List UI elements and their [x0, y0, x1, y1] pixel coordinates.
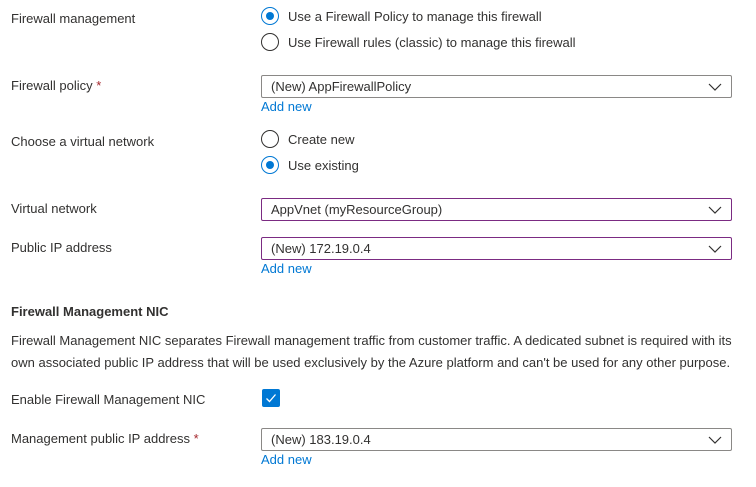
- radio-use-existing-vnet[interactable]: Use existing: [261, 156, 359, 174]
- radio-use-firewall-policy[interactable]: Use a Firewall Policy to manage this fir…: [261, 7, 542, 25]
- required-marker: *: [96, 78, 102, 93]
- add-new-policy-link[interactable]: Add new: [261, 99, 312, 115]
- dropdown-value: (New) 183.19.0.4: [271, 432, 371, 447]
- management-public-ip-label-text: Management public IP address: [11, 431, 190, 446]
- enable-management-nic-label: Enable Firewall Management NIC: [11, 392, 206, 407]
- radio-icon: [261, 156, 279, 174]
- radio-create-new-vnet[interactable]: Create new: [261, 130, 354, 148]
- management-public-ip-dropdown[interactable]: (New) 183.19.0.4: [261, 428, 732, 451]
- management-public-ip-label: Management public IP address *: [11, 431, 199, 447]
- public-ip-label: Public IP address: [11, 240, 112, 255]
- radio-use-classic-rules[interactable]: Use Firewall rules (classic) to manage t…: [261, 33, 576, 51]
- radio-label: Use Firewall rules (classic) to manage t…: [288, 34, 576, 50]
- radio-label: Use existing: [288, 157, 359, 173]
- dropdown-value: (New) AppFirewallPolicy: [271, 79, 412, 94]
- add-new-public-ip-link[interactable]: Add new: [261, 261, 312, 277]
- chevron-down-icon: [708, 245, 722, 253]
- checkmark-icon: [266, 394, 276, 403]
- chevron-down-icon: [708, 83, 722, 91]
- add-new-management-ip-link[interactable]: Add new: [261, 452, 312, 468]
- radio-label: Use a Firewall Policy to manage this fir…: [288, 8, 542, 24]
- radio-icon: [261, 7, 279, 25]
- virtual-network-dropdown[interactable]: AppVnet (myResourceGroup): [261, 198, 732, 221]
- management-nic-section-title: Firewall Management NIC: [11, 304, 169, 319]
- radio-label: Create new: [288, 131, 355, 147]
- enable-management-nic-checkbox[interactable]: [262, 389, 280, 407]
- public-ip-dropdown[interactable]: (New) 172.19.0.4: [261, 237, 732, 260]
- chevron-down-icon: [708, 206, 722, 214]
- radio-icon: [261, 130, 279, 148]
- firewall-policy-label: Firewall policy *: [11, 78, 101, 94]
- firewall-policy-dropdown[interactable]: (New) AppFirewallPolicy: [261, 75, 732, 98]
- management-nic-description: Firewall Management NIC separates Firewa…: [11, 333, 732, 370]
- virtual-network-label: Virtual network: [11, 201, 97, 216]
- dropdown-value: (New) 172.19.0.4: [271, 241, 371, 256]
- firewall-policy-label-text: Firewall policy: [11, 78, 93, 93]
- choose-virtual-network-label: Choose a virtual network: [11, 134, 155, 149]
- chevron-down-icon: [708, 436, 722, 444]
- firewall-management-label: Firewall management: [11, 11, 136, 26]
- required-marker: *: [193, 431, 199, 446]
- radio-icon: [261, 33, 279, 51]
- dropdown-value: AppVnet (myResourceGroup): [271, 202, 443, 217]
